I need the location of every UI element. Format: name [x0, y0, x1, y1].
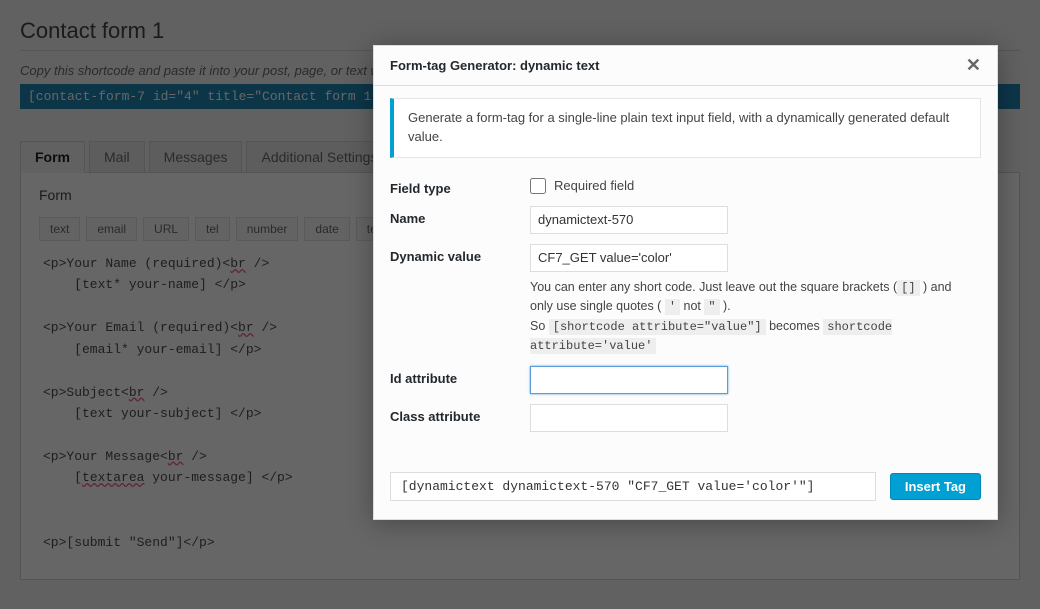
id-attribute-label: Id attribute — [390, 366, 530, 386]
dynamic-value-label: Dynamic value — [390, 244, 530, 264]
class-attribute-input[interactable] — [530, 404, 728, 432]
required-label: Required field — [554, 178, 634, 193]
generated-tag[interactable]: [dynamictext dynamictext-570 "CF7_GET va… — [390, 472, 876, 501]
name-input[interactable] — [530, 206, 728, 234]
modal-title: Form-tag Generator: dynamic text — [390, 58, 600, 73]
field-type-label: Field type — [390, 176, 530, 196]
close-icon[interactable]: ✕ — [966, 55, 981, 76]
info-box: Generate a form-tag for a single-line pl… — [390, 98, 981, 158]
insert-tag-button[interactable]: Insert Tag — [890, 473, 981, 500]
name-label: Name — [390, 206, 530, 226]
required-checkbox[interactable] — [530, 178, 546, 194]
dynamic-hint: You can enter any short code. Just leave… — [530, 278, 970, 356]
id-attribute-input[interactable] — [530, 366, 728, 394]
dynamic-value-input[interactable] — [530, 244, 728, 272]
class-attribute-label: Class attribute — [390, 404, 530, 424]
form-tag-generator-modal: Form-tag Generator: dynamic text ✕ Gener… — [373, 45, 998, 520]
